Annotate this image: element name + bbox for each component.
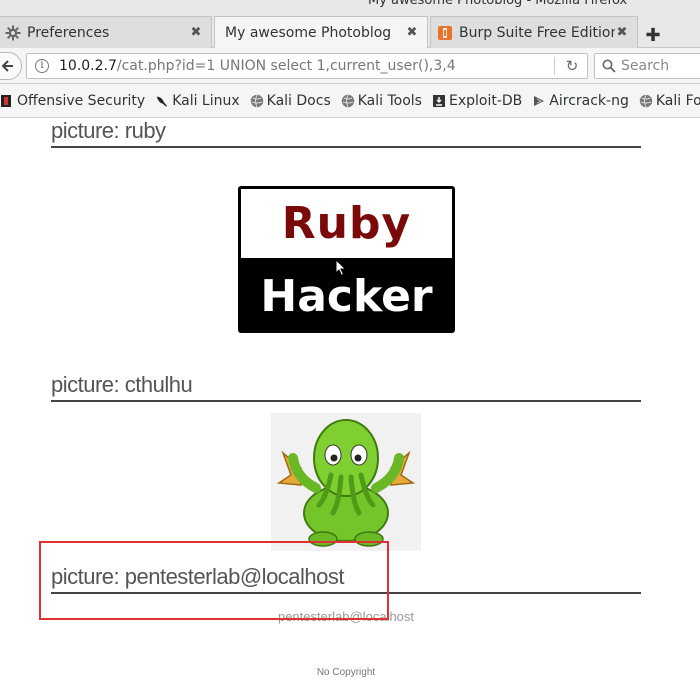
globe-icon [341,94,355,108]
gear-icon [5,25,21,41]
window-titlebar: My awesome Photoblog - Mozilla Firefox [0,0,700,10]
bookmark-label: Kali Tools [357,92,422,109]
close-icon[interactable]: ✖ [615,25,629,40]
close-icon[interactable]: ✖ [405,26,419,40]
bookmark-kali-docs[interactable]: Kali Docs [250,93,331,109]
picture-heading-ruby: picture: ruby [51,118,641,148]
bookmark-kali-tools[interactable]: Kali Tools [341,93,422,109]
bookmark-aircrack-ng[interactable]: Aircrack-ng [532,93,629,109]
page-footer: No Copyright [316,667,376,678]
mouse-cursor-icon [335,258,347,281]
bookmark-kali-forums[interactable]: Kali Forums [639,93,700,109]
search-bar[interactable] [594,53,700,79]
tab-photoblog[interactable]: My awesome Photoblog ✖ [214,16,428,49]
close-icon[interactable]: ✖ [189,25,203,40]
reload-icon[interactable]: ↻ [563,57,581,75]
url-text[interactable]: 10.0.2.7/cat.php?id=1 UNION select 1,cur… [59,58,549,74]
bookmark-exploit-db[interactable]: Exploit-DB [432,93,522,109]
tab-preferences[interactable]: Preferences ✖ [0,16,212,48]
page-content: picture: ruby Ruby Hacker picture: cthul… [0,118,700,700]
arrow-left-icon [1,60,13,72]
picture-heading-cthulhu: picture: cthulhu [51,372,641,402]
aircrack-icon [532,94,546,108]
search-icon [601,58,617,74]
bookmark-label: Exploit-DB [448,92,523,109]
url-host: 10.0.2.7 [59,58,117,74]
tab-label: Preferences [27,24,110,41]
bookmark-label: Offensive Security [17,92,146,109]
burp-icon [437,25,453,41]
bookmark-label: Kali Linux [172,92,240,109]
tab-label: Burp Suite Free Edition [459,24,615,41]
cthulhu-image [271,413,421,551]
navigation-bar: i 10.0.2.7/cat.php?id=1 UNION select 1,c… [0,48,700,84]
bookmarks-bar: Offensive Security Kali Linux Kali Docs … [0,84,700,118]
new-tab-button[interactable]: ✚ [643,26,663,46]
tab-strip: Preferences ✖ My awesome Photoblog ✖ Bur… [0,10,700,49]
url-path: /cat.php?id=1 UNION select 1,current_use… [116,58,456,74]
highlight-annotation-box [39,541,389,620]
bookmark-offensive-security[interactable]: Offensive Security [0,93,145,109]
info-icon[interactable]: i [35,59,49,73]
bookmark-label: Kali Forums [655,92,700,109]
reload-separator [554,57,555,75]
bookmark-label: Kali Docs [266,92,331,109]
window-title: My awesome Photoblog - Mozilla Firefox [368,0,628,8]
exploitdb-icon [432,94,446,108]
search-input[interactable] [621,58,700,74]
back-button[interactable] [0,52,22,80]
tab-label: My awesome Photoblog [225,25,392,41]
offsec-icon [0,94,14,108]
kali-dragon-icon [155,94,169,108]
globe-icon [639,94,653,108]
bookmark-label: Aircrack-ng [549,92,629,109]
bookmark-kali-linux[interactable]: Kali Linux [155,92,240,109]
globe-icon [250,94,264,108]
url-bar[interactable]: i 10.0.2.7/cat.php?id=1 UNION select 1,c… [26,53,588,79]
tab-burp-suite[interactable]: Burp Suite Free Edition ✖ [430,16,638,48]
image-text-ruby: Ruby [241,189,452,258]
